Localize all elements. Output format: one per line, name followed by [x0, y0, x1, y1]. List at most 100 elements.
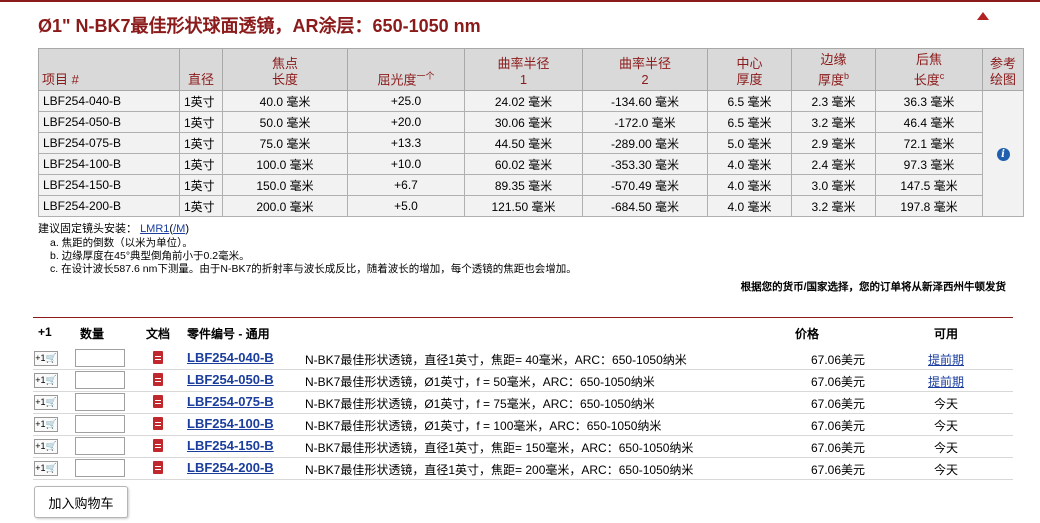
- quantity-input[interactable]: [75, 437, 125, 455]
- add-to-cart-button[interactable]: 加入购物车: [34, 486, 128, 518]
- cart-header-part: 零件编号 - 通用: [187, 327, 270, 341]
- header-power: 屈光度一个: [347, 48, 465, 91]
- spec-cell-r1: 121.50 毫米: [464, 195, 583, 217]
- mount-recommendation: 建议固定镜头安装： LMR1(/M): [38, 223, 189, 235]
- part-description: N-BK7最佳形状透镜，直径1英寸，焦距= 200毫米，ARC：650-1050…: [305, 463, 694, 477]
- header-et: 边缘 厚度b: [791, 48, 876, 91]
- spec-cell-r2: -353.30 毫米: [582, 153, 708, 175]
- pdf-document-icon[interactable]: [153, 373, 163, 386]
- add-one-to-cart-icon[interactable]: +1🛒: [34, 439, 58, 454]
- part-number-link[interactable]: LBF254-100-B: [187, 416, 274, 431]
- cart-row: +1🛒 LBF254-040-B N-BK7最佳形状透镜，直径1英寸，焦距= 40毫…: [33, 347, 1013, 370]
- add-one-to-cart-icon[interactable]: +1🛒: [34, 461, 58, 476]
- cart-row: +1🛒 LBF254-150-B N-BK7最佳形状透镜，直径1英寸，焦距= 150…: [33, 435, 1013, 458]
- part-description: N-BK7最佳形状透镜，直径1英寸，焦距= 40毫米，ARC：650-1050纳…: [305, 353, 687, 367]
- spec-cell-bfl: 147.5 毫米: [875, 174, 983, 196]
- quantity-input[interactable]: [75, 371, 125, 389]
- spec-cell-power: +5.0: [347, 195, 465, 217]
- spec-cell-r1: 30.06 毫米: [464, 111, 583, 133]
- shipping-note: 根据您的货币/国家选择，您的订单将从新泽西州牛顿发货: [740, 281, 1006, 293]
- header-item: 项目 #: [38, 48, 180, 91]
- price: 67.06美元: [811, 441, 866, 455]
- cart-divider: [33, 317, 1013, 318]
- spec-cell-r2: -684.50 毫米: [582, 195, 708, 217]
- add-one-to-cart-icon[interactable]: +1🛒: [34, 395, 58, 410]
- collapse-up-icon[interactable]: [977, 12, 989, 20]
- pdf-document-icon[interactable]: [153, 417, 163, 430]
- cart-row: +1🛒 LBF254-100-B N-BK7最佳形状透镜，Ø1英寸，f = 100毫…: [33, 413, 1013, 436]
- availability[interactable]: 提前期: [911, 351, 981, 368]
- part-number-link[interactable]: LBF254-075-B: [187, 394, 274, 409]
- spec-cell-bfl: 97.3 毫米: [875, 153, 983, 175]
- spec-cell-r2: -289.00 毫米: [582, 132, 708, 154]
- cart-row: +1🛒 LBF254-075-B N-BK7最佳形状透镜，Ø1英寸，f = 75毫米…: [33, 391, 1013, 414]
- spec-cell-bfl: 72.1 毫米: [875, 132, 983, 154]
- spec-cell-diameter: 1英寸: [179, 153, 223, 175]
- quantity-input[interactable]: [75, 459, 125, 477]
- part-number-link[interactable]: LBF254-150-B: [187, 438, 274, 453]
- add-one-to-cart-icon[interactable]: +1🛒: [34, 373, 58, 388]
- price: 67.06美元: [811, 419, 866, 433]
- part-number-link[interactable]: LBF254-040-B: [187, 350, 274, 365]
- cart-row: +1🛒 LBF254-200-B N-BK7最佳形状透镜，直径1英寸，焦距= 200…: [33, 457, 1013, 480]
- spec-cell-bfl: 197.8 毫米: [875, 195, 983, 217]
- availability: 今天: [933, 463, 958, 477]
- page-title: Ø1" N-BK7最佳形状球面透镜，AR涂层：650-1050 nm: [38, 16, 481, 36]
- pdf-document-icon[interactable]: [153, 395, 163, 408]
- cart-header-plus1: +1: [38, 325, 52, 339]
- footnote-a: a. 焦距的倒数（以米为单位）。: [50, 237, 193, 249]
- cart-header-price: 价格: [795, 327, 820, 341]
- reference-drawing-cell: i: [982, 90, 1024, 217]
- quantity-input[interactable]: [75, 393, 125, 411]
- header-diameter: 直径: [179, 48, 223, 91]
- spec-cell-et: 3.2 毫米: [791, 111, 876, 133]
- add-one-to-cart-icon[interactable]: +1🛒: [34, 351, 58, 366]
- spec-cell-power: +10.0: [347, 153, 465, 175]
- spec-cell-item: LBF254-050-B: [38, 111, 180, 133]
- availability: 今天: [933, 441, 958, 455]
- spec-cell-diameter: 1英寸: [179, 174, 223, 196]
- spec-cell-et: 3.2 毫米: [791, 195, 876, 217]
- price: 67.06美元: [811, 353, 866, 367]
- spec-cell-power: +20.0: [347, 111, 465, 133]
- mount-link-metric[interactable]: /M: [173, 223, 185, 235]
- quantity-input[interactable]: [75, 349, 125, 367]
- spec-cell-focal: 40.0 毫米: [222, 90, 348, 112]
- header-r2: 曲率半径 2: [582, 48, 708, 91]
- pdf-document-icon[interactable]: [153, 461, 163, 474]
- header-focal: 焦点 长度: [222, 48, 348, 91]
- availability[interactable]: 提前期: [911, 373, 981, 390]
- spec-cell-diameter: 1英寸: [179, 132, 223, 154]
- header-ref: 参考 绘图: [982, 48, 1024, 91]
- part-description: N-BK7最佳形状透镜，Ø1英寸，f = 50毫米，ARC：650-1050纳米: [305, 375, 655, 389]
- price: 67.06美元: [811, 397, 866, 411]
- spec-cell-focal: 50.0 毫米: [222, 111, 348, 133]
- part-description: N-BK7最佳形状透镜，直径1英寸，焦距= 150毫米，ARC：650-1050…: [305, 441, 694, 455]
- spec-cell-diameter: 1英寸: [179, 90, 223, 112]
- cart-header-qty: 数量: [80, 327, 105, 341]
- spec-cell-focal: 75.0 毫米: [222, 132, 348, 154]
- add-one-to-cart-icon[interactable]: +1🛒: [34, 417, 58, 432]
- spec-cell-r2: -172.0 毫米: [582, 111, 708, 133]
- info-icon[interactable]: i: [996, 148, 1010, 161]
- cart-header-avail: 可用: [934, 327, 959, 341]
- price: 67.06美元: [811, 375, 866, 389]
- quantity-input[interactable]: [75, 415, 125, 433]
- part-number-link[interactable]: LBF254-200-B: [187, 460, 274, 475]
- pdf-document-icon[interactable]: [153, 351, 163, 364]
- part-description: N-BK7最佳形状透镜，Ø1英寸，f = 100毫米，ARC：650-1050纳…: [305, 419, 662, 433]
- cart-header-docs: 文档: [146, 327, 171, 341]
- spec-cell-item: LBF254-200-B: [38, 195, 180, 217]
- footnote-c: c. 在设计波长587.6 nm下测量。由于N-BK7的折射率与波长成反比，随着…: [50, 263, 577, 275]
- spec-cell-ct: 6.5 毫米: [707, 111, 792, 133]
- footnote-b: b. 边缘厚度在45°典型倒角前小于0.2毫米。: [50, 250, 250, 262]
- spec-cell-ct: 5.0 毫米: [707, 132, 792, 154]
- part-number-link[interactable]: LBF254-050-B: [187, 372, 274, 387]
- pdf-document-icon[interactable]: [153, 439, 163, 452]
- mount-link-lmr1[interactable]: LMR1: [140, 223, 169, 235]
- spec-cell-r1: 89.35 毫米: [464, 174, 583, 196]
- top-rule: [0, 0, 1040, 2]
- spec-cell-ct: 4.0 毫米: [707, 153, 792, 175]
- spec-row: LBF254-150-B 1英寸 150.0 毫米 +6.7 89.35 毫米 -570.…: [38, 174, 1024, 196]
- spec-cell-et: 2.3 毫米: [791, 90, 876, 112]
